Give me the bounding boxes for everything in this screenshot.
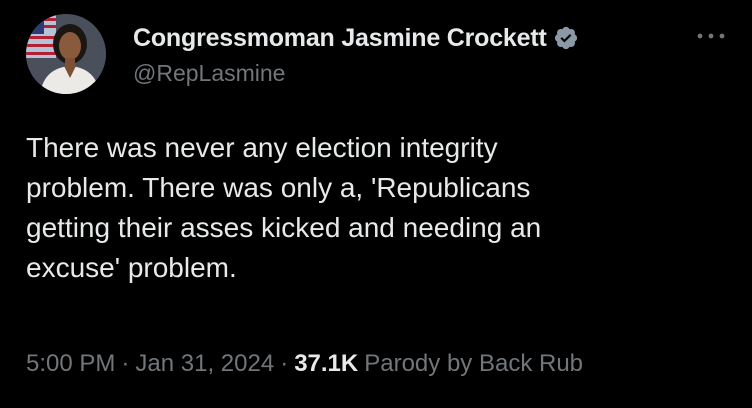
verified-badge-icon[interactable] bbox=[553, 25, 579, 51]
tweet-meta: 5:00 PM · Jan 31, 2024 · 37.1K Parody by… bbox=[26, 350, 583, 378]
avatar[interactable] bbox=[26, 14, 106, 94]
tweet-text-line: excuse' problem. bbox=[26, 252, 237, 283]
parody-label: Parody by Back Rub bbox=[364, 350, 584, 377]
meta-separator: · bbox=[121, 350, 130, 377]
name-row: Congressmoman Jasmine Crockett bbox=[133, 22, 579, 54]
display-name[interactable]: Congressmoman Jasmine Crockett bbox=[133, 24, 547, 53]
view-count[interactable]: 37.1K bbox=[294, 350, 358, 378]
tweet-text: There was never any election integrity p… bbox=[26, 128, 726, 288]
tweet-time[interactable]: 5:00 PM bbox=[26, 350, 115, 378]
tweet-text-line: problem. There was only a, 'Republicans bbox=[26, 172, 531, 203]
tweet-date[interactable]: Jan 31, 2024 bbox=[135, 350, 274, 378]
tweet-text-line: There was never any election integrity bbox=[26, 132, 498, 163]
tweet-text-line: getting their asses kicked and needing a… bbox=[26, 212, 542, 243]
meta-separator: · bbox=[280, 350, 289, 377]
handle[interactable]: @RepLasmine bbox=[133, 60, 285, 87]
avatar-image bbox=[26, 14, 106, 94]
more-options-icon[interactable] bbox=[693, 22, 729, 50]
tweet-card: Congressmoman Jasmine Crockett @RepLasmi… bbox=[0, 0, 752, 408]
